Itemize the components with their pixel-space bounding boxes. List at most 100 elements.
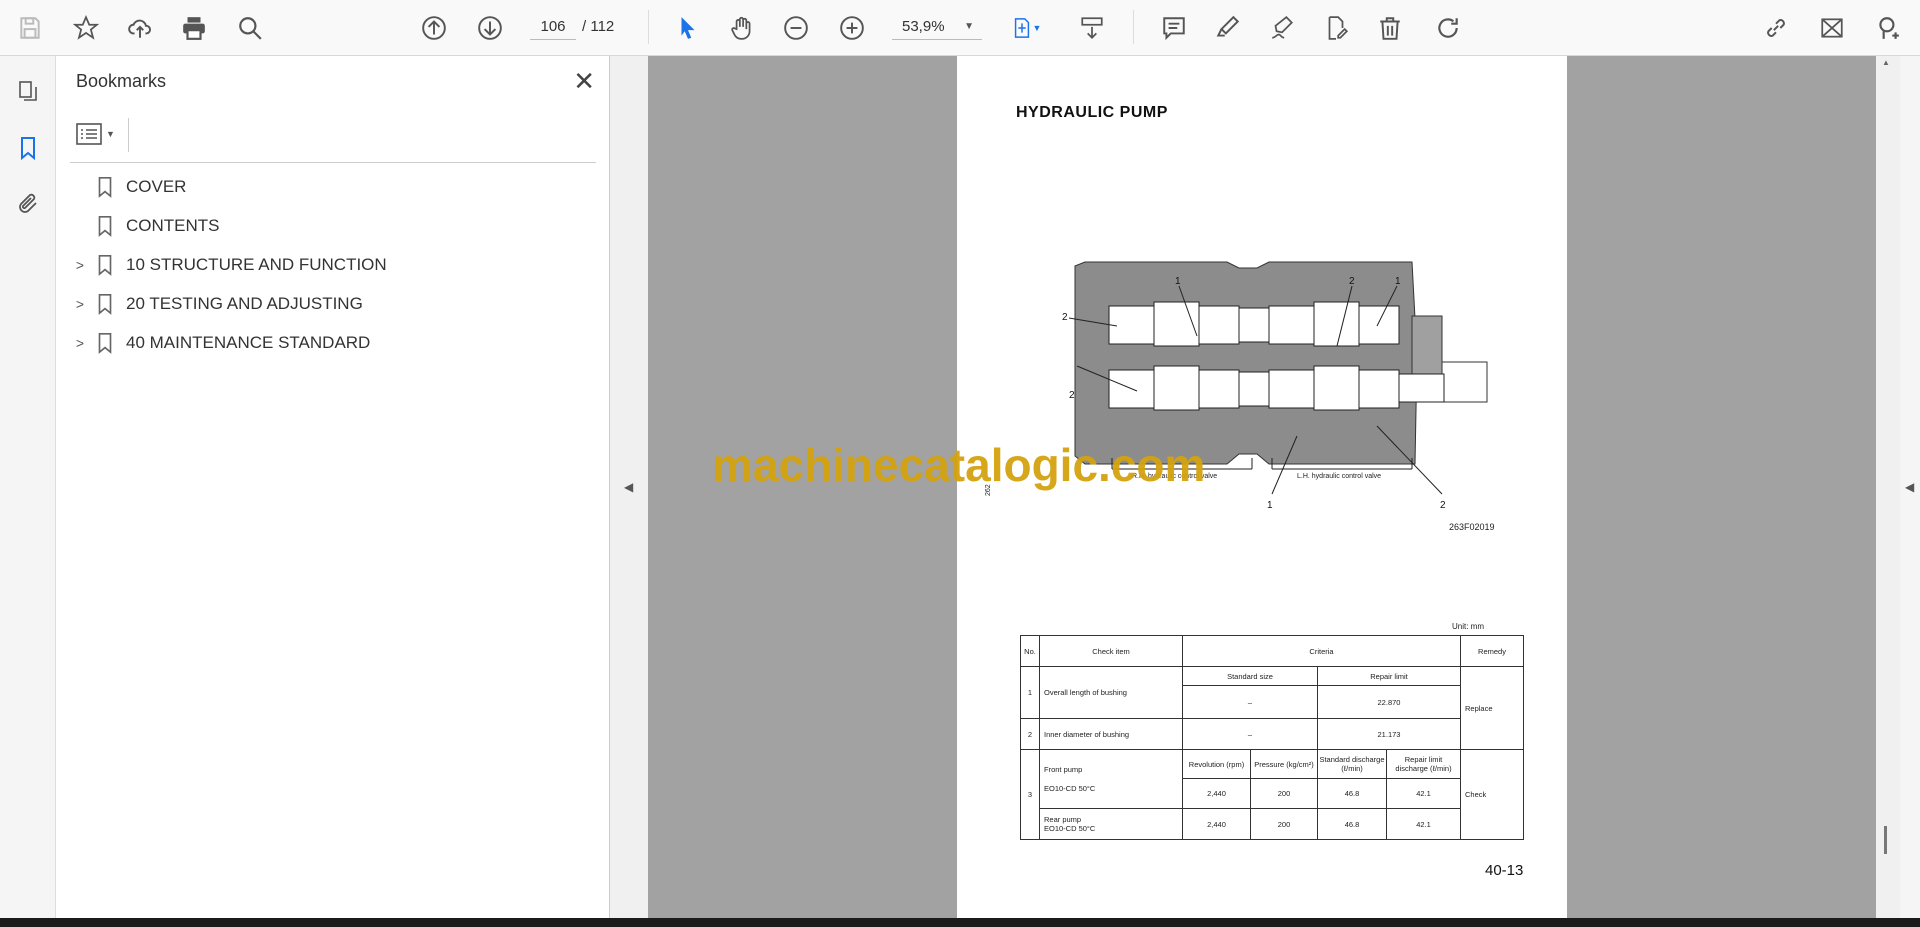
header-repair-limit-discharge: Repair limit discharge (ℓ/min)	[1386, 749, 1461, 779]
zoom-dropdown[interactable]: 53,9% ▼	[892, 14, 982, 40]
collapse-left-icon[interactable]: ◀	[624, 480, 633, 494]
bookmark-icon	[98, 216, 112, 237]
star-icon[interactable]	[70, 12, 102, 44]
cell: 46.8	[1317, 808, 1387, 840]
header-check-item: Check item	[1039, 635, 1183, 667]
scroll-up-icon[interactable]: ▲	[1882, 58, 1890, 67]
row-no: 3	[1020, 749, 1040, 840]
bookmark-icon	[98, 255, 112, 276]
close-icon[interactable]: ✕	[573, 66, 595, 97]
remedy-cell: Check	[1460, 749, 1524, 840]
header-repair-limit: Repair limit	[1317, 666, 1461, 686]
vertical-scrollbar[interactable]: ▲	[1876, 56, 1900, 918]
front-condition: EO10-CD 50°C	[1044, 784, 1096, 793]
row-item: Rear pump EO10-CD 50°C	[1039, 808, 1183, 840]
cell: 22.870	[1317, 685, 1461, 719]
chevron-down-icon: ▼	[106, 129, 115, 139]
bookmark-item[interactable]: > 10 STRUCTURE AND FUNCTION	[70, 250, 387, 280]
bookmark-item[interactable]: > 20 TESTING AND ADJUSTING	[70, 289, 363, 319]
cell: –	[1182, 685, 1318, 719]
add-user-icon[interactable]	[1872, 12, 1904, 44]
chevron-right-icon[interactable]: >	[70, 296, 90, 312]
bookmark-label: 20 TESTING AND ADJUSTING	[126, 294, 363, 313]
divider	[70, 162, 596, 163]
bookmarks-panel: Bookmarks ✕ ▼ COVER CONTENTS > 10 STRUCTU…	[56, 56, 610, 918]
maintenance-table: No. Check item Criteria Remedy 1 Overall len…	[1020, 635, 1524, 840]
next-page-icon[interactable]	[474, 12, 506, 44]
share-link-icon[interactable]	[1760, 12, 1792, 44]
unit-label: Unit: mm	[1452, 622, 1484, 631]
bookmark-item[interactable]: > 40 MAINTENANCE STANDARD	[70, 328, 370, 358]
cell: 42.1	[1386, 778, 1461, 809]
rear-condition: EO10-CD 50°C	[1044, 824, 1096, 833]
row-no: 2	[1020, 718, 1040, 750]
cell: 200	[1250, 778, 1318, 809]
header-no: No.	[1020, 635, 1040, 667]
callout-label: 1	[1395, 276, 1401, 287]
sign-icon[interactable]	[1266, 12, 1298, 44]
bookmark-label: CONTENTS	[126, 216, 220, 235]
taskbar	[0, 918, 1920, 927]
page-number: 40-13	[1485, 862, 1524, 879]
page-total: / 112	[582, 18, 615, 35]
scrollbar-thumb[interactable]	[1884, 826, 1887, 854]
callout-label: 2	[1069, 390, 1075, 401]
callout-label: 2	[1440, 500, 1446, 511]
save-icon[interactable]	[14, 12, 46, 44]
remedy-cell: Replace	[1460, 666, 1524, 750]
figure-code: 263F02019	[1449, 522, 1495, 532]
upload-cloud-icon[interactable]	[124, 12, 156, 44]
search-icon[interactable]	[234, 12, 266, 44]
rear-pump-label: Rear pump	[1044, 815, 1082, 824]
header-pressure: Pressure (kg/cm²)	[1250, 749, 1318, 779]
edit-pdf-icon[interactable]	[1320, 12, 1352, 44]
chevron-right-icon[interactable]: >	[70, 335, 90, 351]
cell: –	[1182, 718, 1318, 750]
chevron-right-icon[interactable]: >	[70, 257, 90, 273]
email-icon[interactable]	[1816, 12, 1848, 44]
cell: 2,440	[1182, 778, 1251, 809]
divider	[128, 118, 129, 152]
select-cursor-icon[interactable]	[672, 12, 704, 44]
cell: 46.8	[1317, 778, 1387, 809]
bookmark-icon	[98, 294, 112, 315]
cell: 200	[1250, 808, 1318, 840]
trash-icon[interactable]	[1374, 12, 1406, 44]
left-rail	[0, 56, 56, 918]
row-item: Overall length of bushing	[1039, 666, 1183, 719]
chevron-down-icon: ▼	[964, 21, 974, 32]
bookmark-item[interactable]: CONTENTS	[70, 211, 220, 241]
attachments-icon[interactable]	[12, 188, 44, 220]
separator	[648, 10, 649, 44]
header-standard-discharge: Standard discharge (ℓ/min)	[1317, 749, 1387, 779]
zoom-in-icon[interactable]	[836, 12, 868, 44]
highlight-icon[interactable]	[1212, 12, 1244, 44]
list-icon	[76, 123, 102, 145]
page-number-input[interactable]: 106	[530, 14, 576, 40]
comment-icon[interactable]	[1158, 12, 1190, 44]
scroll-mode-icon[interactable]	[1076, 12, 1108, 44]
row-no: 1	[1020, 666, 1040, 719]
page-fit-icon[interactable]: ▼	[1004, 12, 1048, 44]
row-item: Front pump EO10-CD 50°C	[1039, 749, 1183, 809]
previous-page-icon[interactable]	[418, 12, 450, 44]
lh-valve-label: L.H. hydraulic control valve	[1297, 473, 1381, 480]
right-panel-toggle[interactable]: ◀	[1900, 56, 1920, 918]
rotate-icon[interactable]	[1432, 12, 1464, 44]
callout-label: 2	[1062, 312, 1068, 323]
expand-right-icon[interactable]: ◀	[1905, 480, 1914, 494]
callout-label: 1	[1267, 500, 1273, 511]
panel-splitter[interactable]: ◀	[610, 56, 648, 918]
callout-label: 1	[1175, 276, 1181, 287]
zoom-out-icon[interactable]	[780, 12, 812, 44]
print-icon[interactable]	[178, 12, 210, 44]
header-standard-size: Standard size	[1182, 666, 1318, 686]
cell: 21.173	[1317, 718, 1461, 750]
bookmarks-icon[interactable]	[12, 132, 44, 164]
hand-tool-icon[interactable]	[726, 12, 758, 44]
front-pump-label: Front pump	[1044, 765, 1083, 774]
bookmark-item[interactable]: COVER	[70, 172, 186, 202]
pages-thumbnails-icon[interactable]	[12, 76, 44, 108]
bookmark-options-button[interactable]: ▼	[76, 120, 120, 148]
bookmark-icon	[98, 333, 112, 354]
